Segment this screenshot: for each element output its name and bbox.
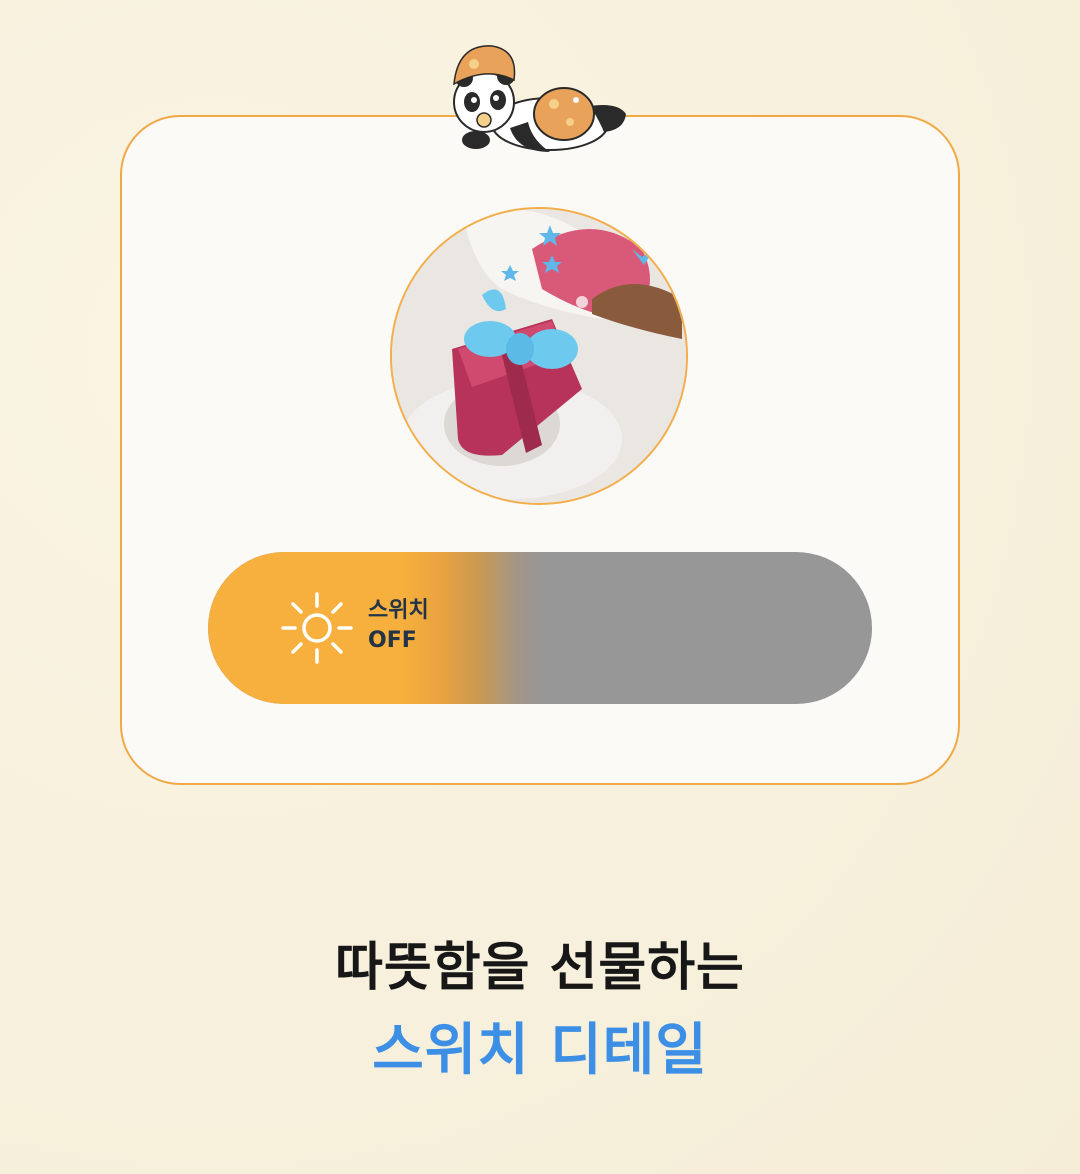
page: 스위치 OFF 따뜻함을 선물하는 스위치 디테일 (0, 0, 1080, 1174)
switch-label-state: OFF (368, 628, 417, 653)
headline-line1: 따뜻함을 선물하는 (335, 938, 745, 998)
panda-mascot-icon (453, 45, 626, 152)
headline-line2: 스위치 디테일 (372, 1018, 708, 1083)
switch-label-title: 스위치 (368, 598, 429, 623)
sun-icon (281, 592, 353, 664)
product-photo (390, 207, 688, 505)
switch-label: 스위치 OFF (368, 596, 429, 656)
